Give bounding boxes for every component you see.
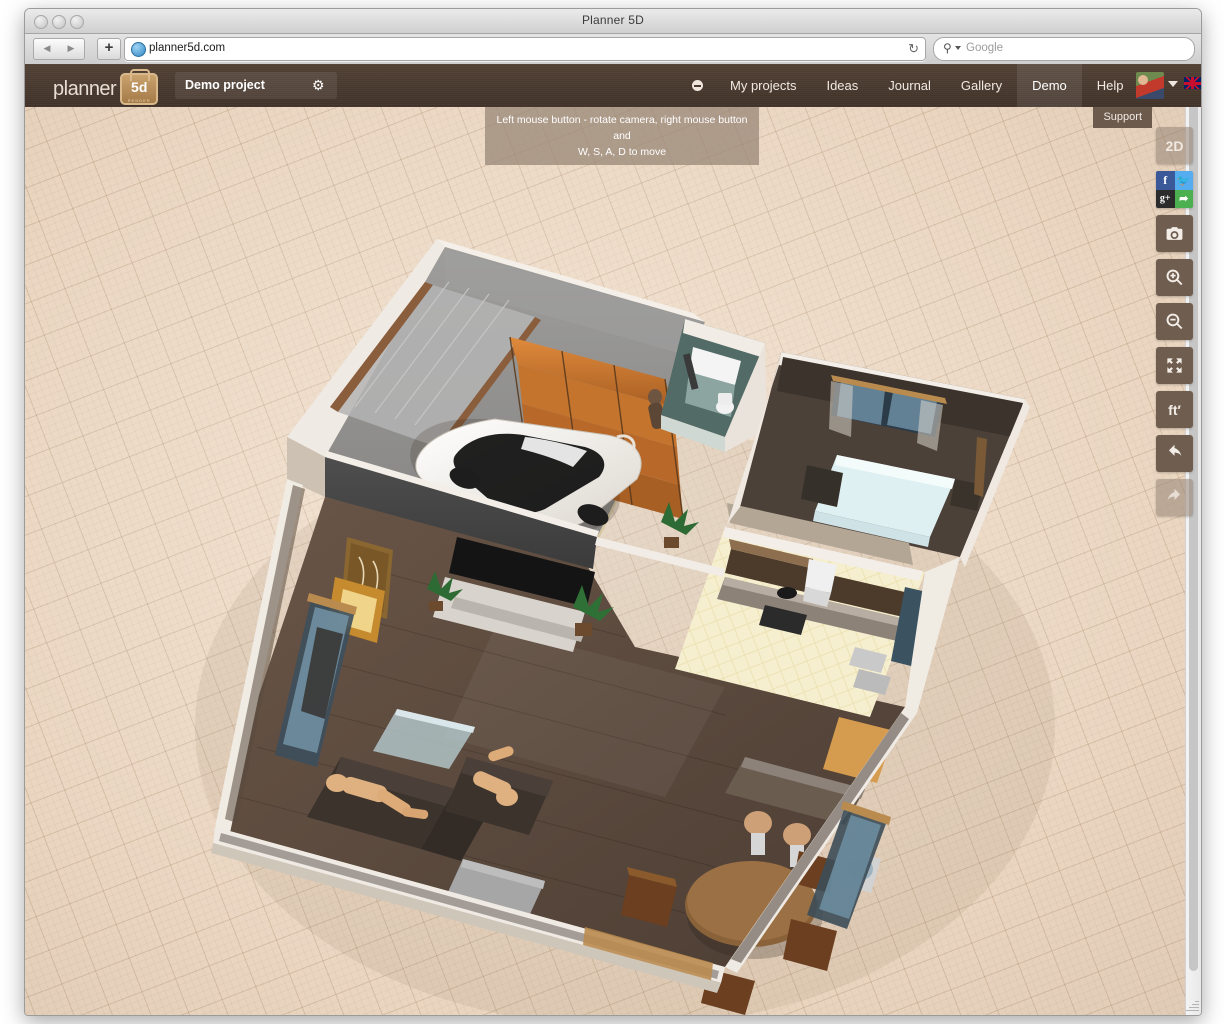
forward-button[interactable]: ▶ — [58, 38, 85, 60]
language-flag-icon[interactable] — [1184, 77, 1201, 89]
zoom-out-icon — [1165, 312, 1184, 331]
camera-icon — [1165, 224, 1184, 243]
logo-wordmark: planner — [53, 78, 116, 101]
chevron-down-icon[interactable] — [1168, 81, 1178, 87]
toggle-2d-button[interactable]: 2D — [1156, 127, 1193, 164]
menu-dot-icon[interactable] — [680, 64, 715, 107]
chevron-down-icon — [955, 46, 961, 50]
redo-icon — [1165, 488, 1184, 507]
project-name-field[interactable]: Demo project ⚙ — [175, 72, 337, 99]
web-page: 2D f 🐦 g+ ➦ — [25, 64, 1201, 1015]
window-titlebar: Planner 5D — [25, 9, 1201, 34]
googleplus-icon[interactable]: g+ — [1156, 190, 1175, 209]
zoom-in-icon — [1165, 268, 1184, 287]
user-avatar[interactable] — [1136, 72, 1164, 99]
units-button[interactable]: ft′ — [1156, 391, 1193, 428]
camera-hint-tooltip: Left mouse button - rotate camera, right… — [485, 107, 759, 165]
fullscreen-icon — [1165, 356, 1184, 375]
viewport-toolbar: 2D f 🐦 g+ ➦ — [1156, 127, 1193, 523]
address-bar[interactable]: planner5d.com ↻ — [124, 37, 926, 61]
hint-line-1: Left mouse button - rotate camera, right… — [493, 112, 751, 144]
logo-badge-sub: RENDER — [122, 98, 156, 103]
window-title: Planner 5D — [25, 13, 1201, 27]
search-placeholder: Google — [966, 42, 1003, 54]
zoom-in-button[interactable] — [1156, 259, 1193, 296]
gear-icon[interactable]: ⚙ — [312, 77, 328, 93]
share-icon[interactable]: ➦ — [1175, 190, 1194, 209]
nav-gallery[interactable]: Gallery — [946, 64, 1017, 107]
logo-badge: 5d RENDER — [120, 73, 158, 105]
hint-line-2: W, S, A, D to move — [493, 144, 751, 160]
url-text: planner5d.com — [149, 42, 225, 54]
browser-toolbar: ◀ ▶ + planner5d.com ↻ ⚲ Google — [25, 34, 1201, 65]
search-input[interactable]: ⚲ Google — [933, 37, 1195, 61]
search-icon: ⚲ — [943, 41, 952, 55]
reload-icon[interactable]: ↻ — [908, 41, 919, 57]
project-name-text: Demo project — [185, 78, 265, 92]
window-resize-grip[interactable] — [1185, 999, 1199, 1013]
planner5d-logo[interactable]: planner 5d RENDER — [53, 73, 158, 105]
undo-icon — [1165, 444, 1184, 463]
nav-ideas[interactable]: Ideas — [811, 64, 873, 107]
redo-button[interactable] — [1156, 479, 1193, 516]
social-share-group[interactable]: f 🐦 g+ ➦ — [1156, 171, 1193, 208]
floor-plan-render — [25, 107, 1201, 1015]
main-navigation: My projects Ideas Journal Gallery Demo H… — [680, 64, 1139, 107]
new-tab-button[interactable]: + — [97, 38, 121, 60]
facebook-icon[interactable]: f — [1156, 171, 1175, 190]
nav-demo[interactable]: Demo — [1017, 64, 1082, 107]
back-button[interactable]: ◀ — [33, 38, 61, 60]
nav-help[interactable]: Help — [1082, 64, 1139, 107]
nav-my-projects[interactable]: My projects — [715, 64, 811, 107]
undo-button[interactable] — [1156, 435, 1193, 472]
zoom-out-button[interactable] — [1156, 303, 1193, 340]
support-tab[interactable]: Support — [1093, 107, 1152, 128]
globe-icon — [131, 42, 146, 57]
nav-journal[interactable]: Journal — [873, 64, 946, 107]
logo-badge-text: 5d — [122, 79, 156, 95]
browser-window: Planner 5D ◀ ▶ + planner5d.com ↻ ⚲ Googl… — [24, 8, 1202, 1016]
screenshot-button[interactable] — [1156, 215, 1193, 252]
3d-viewport[interactable]: 2D f 🐦 g+ ➦ — [25, 107, 1201, 1015]
fullscreen-button[interactable] — [1156, 347, 1193, 384]
twitter-icon[interactable]: 🐦 — [1175, 171, 1194, 190]
app-header: planner 5d RENDER Demo project ⚙ My proj… — [25, 64, 1201, 107]
